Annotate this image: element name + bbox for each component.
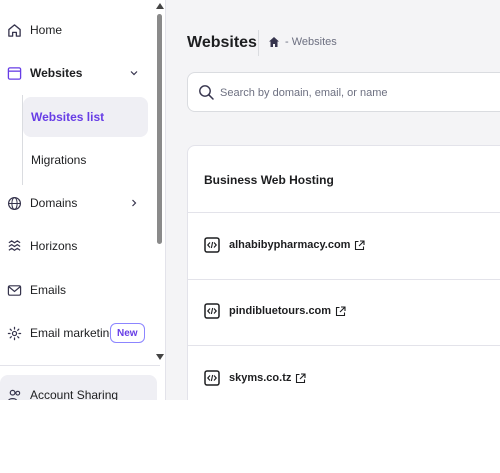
home-icon[interactable] xyxy=(268,36,280,48)
browser-icon xyxy=(6,65,22,81)
sidebar-subitem-label: Websites list xyxy=(31,110,105,124)
sidebar-item-home[interactable]: Home xyxy=(0,10,152,50)
hosting-card: Business Web Hosting alhabibypharmacy.co… xyxy=(187,145,500,400)
sidebar-item-label: Account Sharing xyxy=(30,388,119,400)
website-domain[interactable]: alhabibypharmacy.com xyxy=(229,239,350,251)
external-link-icon[interactable] xyxy=(295,372,306,384)
marketing-icon xyxy=(6,325,22,341)
sidebar-item-label: Emails xyxy=(30,283,67,297)
website-row[interactable]: alhabibypharmacy.com xyxy=(204,233,366,257)
website-row[interactable]: pindibluetours.com xyxy=(204,299,346,323)
sidebar-item-label: Websites xyxy=(30,66,83,80)
sidebar: Home Websites Websites list Migrations D… xyxy=(0,0,166,400)
code-icon xyxy=(204,303,220,319)
globe-icon xyxy=(6,195,22,211)
sidebar-subitem-migrations[interactable]: Migrations xyxy=(23,140,148,180)
row-divider xyxy=(188,212,500,213)
search-input[interactable] xyxy=(220,83,500,103)
sidebar-item-horizons[interactable]: Horizons xyxy=(0,226,152,266)
code-icon xyxy=(204,237,220,253)
sidebar-item-account-sharing[interactable]: Account Sharing xyxy=(0,375,157,400)
external-link-icon[interactable] xyxy=(335,305,346,317)
website-row[interactable]: skyms.co.tz xyxy=(204,366,306,390)
sidebar-divider xyxy=(0,365,160,366)
row-divider xyxy=(188,345,500,346)
row-divider xyxy=(188,279,500,280)
mail-icon xyxy=(6,282,22,298)
title-divider xyxy=(258,30,259,56)
sidebar-scrollbar[interactable] xyxy=(155,0,165,365)
sidebar-subitem-label: Migrations xyxy=(31,153,87,167)
code-icon xyxy=(204,370,220,386)
scroll-down-arrow-icon[interactable] xyxy=(156,354,164,360)
website-domain[interactable]: pindibluetours.com xyxy=(229,305,331,317)
chevron-down-icon xyxy=(128,65,140,81)
horizons-icon xyxy=(6,238,22,254)
scrollbar-thumb[interactable] xyxy=(157,14,162,244)
external-link-icon[interactable] xyxy=(354,239,366,251)
sidebar-item-label: Domains xyxy=(30,196,78,210)
page-title: Websites xyxy=(187,34,257,51)
search-box[interactable] xyxy=(187,72,500,112)
breadcrumb-current: - Websites xyxy=(285,36,337,48)
scroll-up-arrow-icon[interactable] xyxy=(156,3,164,9)
hosting-plan-title: Business Web Hosting xyxy=(204,173,334,187)
sidebar-item-email-marketing[interactable]: Email marketing New xyxy=(0,313,152,353)
sidebar-item-label: Horizons xyxy=(30,239,78,253)
main-content: Websites - Websites Business Web Hosting… xyxy=(166,0,500,400)
screen: Home Websites Websites list Migrations D… xyxy=(0,0,500,400)
home-icon xyxy=(6,22,22,38)
breadcrumb: - Websites xyxy=(268,36,337,48)
chevron-right-icon xyxy=(128,195,140,211)
sidebar-item-label: Home xyxy=(30,23,63,37)
users-icon xyxy=(6,387,22,400)
sidebar-item-websites[interactable]: Websites xyxy=(0,53,152,93)
website-domain[interactable]: skyms.co.tz xyxy=(229,372,291,384)
sidebar-item-domains[interactable]: Domains xyxy=(0,183,152,223)
sidebar-item-label: Email marketing xyxy=(30,326,117,340)
sidebar-subitem-websites-list[interactable]: Websites list xyxy=(23,97,148,137)
search-icon xyxy=(198,84,215,101)
new-badge: New xyxy=(110,323,145,343)
sidebar-item-emails[interactable]: Emails xyxy=(0,270,152,310)
sidebar-item-account-sharing-inner: Account Sharing xyxy=(0,375,152,400)
